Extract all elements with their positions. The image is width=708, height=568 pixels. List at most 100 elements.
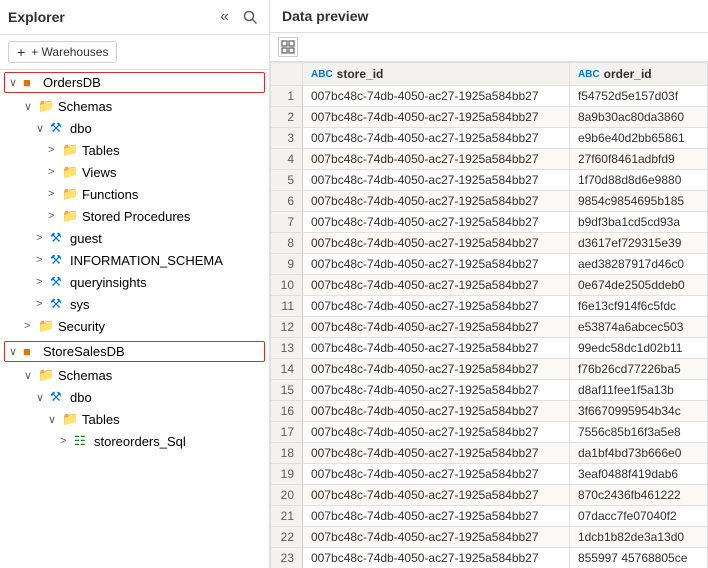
store-id-cell: 007bc48c-74db-4050-ac27-1925a584bb27 — [303, 380, 570, 401]
data-preview-table-wrapper[interactable]: ABC store_id ABC order_id 1007b — [270, 62, 708, 568]
tree-node-queryinsights[interactable]: > ⚒ queryinsights — [0, 271, 269, 293]
table-icon-storeorders: ☷ — [74, 433, 92, 449]
row-number-cell: 5 — [271, 170, 303, 191]
chevron-storesales-dbo: ∨ — [36, 391, 50, 404]
chevron-storeorders: > — [60, 435, 74, 447]
tree-node-ordersdb[interactable]: ∨ ■ OrdersDB — [4, 72, 265, 93]
tree-node-sys[interactable]: > ⚒ sys — [0, 293, 269, 315]
tree-node-dbo[interactable]: ∨ ⚒ dbo — [0, 117, 269, 139]
tree-node-security[interactable]: > 📁 Security — [0, 315, 269, 337]
row-number-cell: 7 — [271, 212, 303, 233]
tree-node-storedproc[interactable]: > 📁 Stored Procedures — [0, 205, 269, 227]
row-number-cell: 12 — [271, 317, 303, 338]
col-header-store-id[interactable]: ABC store_id — [303, 63, 570, 86]
chevron-sys: > — [36, 298, 50, 310]
folder-icon-storesales-tables: 📁 — [62, 411, 80, 427]
chevron-storedproc: > — [48, 210, 62, 222]
order-id-cell: 99edc58dc1d02b11 — [569, 338, 707, 359]
tree-node-storeorders[interactable]: > ☷ storeorders_Sql — [0, 430, 269, 452]
sidebar-header: Explorer « — [0, 0, 269, 35]
search-button[interactable] — [239, 8, 261, 26]
table-row: 4007bc48c-74db-4050-ac27-1925a584bb2727f… — [271, 149, 708, 170]
schema-icon-storesales-dbo: ⚒ — [50, 389, 68, 405]
store-id-cell: 007bc48c-74db-4050-ac27-1925a584bb27 — [303, 548, 570, 568]
folder-icon-storesales-schemas: 📁 — [38, 367, 56, 383]
chevron-schemas: ∨ — [24, 100, 38, 113]
tree-label-ordersdb: OrdersDB — [43, 75, 101, 90]
tree-node-storesales-tables[interactable]: ∨ 📁 Tables — [0, 408, 269, 430]
tree-label-storesalesdb: StoreSalesDB — [43, 344, 125, 359]
store-id-cell: 007bc48c-74db-4050-ac27-1925a584bb27 — [303, 107, 570, 128]
row-number-cell: 10 — [271, 275, 303, 296]
data-preview-title: Data preview — [282, 8, 368, 24]
tree-node-functions[interactable]: > 📁 Functions — [0, 183, 269, 205]
store-id-cell: 007bc48c-74db-4050-ac27-1925a584bb27 — [303, 401, 570, 422]
row-number-cell: 21 — [271, 506, 303, 527]
table-row: 6007bc48c-74db-4050-ac27-1925a584bb27985… — [271, 191, 708, 212]
table-row: 23007bc48c-74db-4050-ac27-1925a584bb2785… — [271, 548, 708, 568]
col-type-store-id: ABC — [311, 69, 333, 80]
row-number-cell: 14 — [271, 359, 303, 380]
table-header-row: ABC store_id ABC order_id — [271, 63, 708, 86]
tree-node-storesales-dbo[interactable]: ∨ ⚒ dbo — [0, 386, 269, 408]
chevron-security: > — [24, 320, 38, 332]
table-row: 13007bc48c-74db-4050-ac27-1925a584bb2799… — [271, 338, 708, 359]
table-row: 11007bc48c-74db-4050-ac27-1925a584bb27f6… — [271, 296, 708, 317]
row-number-cell: 13 — [271, 338, 303, 359]
tree-label-storesales-schemas: Schemas — [58, 368, 112, 383]
store-id-cell: 007bc48c-74db-4050-ac27-1925a584bb27 — [303, 422, 570, 443]
order-id-cell: 9854c9854695b185 — [569, 191, 707, 212]
chevron-dbo: ∨ — [36, 122, 50, 135]
row-number-cell: 15 — [271, 380, 303, 401]
store-id-cell: 007bc48c-74db-4050-ac27-1925a584bb27 — [303, 464, 570, 485]
store-id-cell: 007bc48c-74db-4050-ac27-1925a584bb27 — [303, 317, 570, 338]
tree-label-views: Views — [82, 165, 116, 180]
table-row: 1007bc48c-74db-4050-ac27-1925a584bb27f54… — [271, 86, 708, 107]
tree-label-storeorders: storeorders_Sql — [94, 434, 186, 449]
table-row: 3007bc48c-74db-4050-ac27-1925a584bb27e9b… — [271, 128, 708, 149]
tree-node-tables[interactable]: > 📁 Tables — [0, 139, 269, 161]
row-number-cell: 6 — [271, 191, 303, 212]
row-number-header — [271, 63, 303, 86]
collapse-sidebar-button[interactable]: « — [216, 6, 233, 28]
add-warehouses-button[interactable]: + + Warehouses — [8, 41, 117, 63]
tree-label-schemas: Schemas — [58, 99, 112, 114]
store-id-cell: 007bc48c-74db-4050-ac27-1925a584bb27 — [303, 443, 570, 464]
order-id-cell: 8a9b30ac80da3860 — [569, 107, 707, 128]
schema-icon-queryinsights: ⚒ — [50, 274, 68, 290]
order-id-cell: 0e674de2505ddeb0 — [569, 275, 707, 296]
row-number-cell: 9 — [271, 254, 303, 275]
tree-label-dbo: dbo — [70, 121, 92, 136]
col-label-order-id: order_id — [604, 67, 652, 81]
tree-node-storesales-schemas[interactable]: ∨ 📁 Schemas — [0, 364, 269, 386]
tree-label-security: Security — [58, 319, 105, 334]
data-preview-table: ABC store_id ABC order_id 1007b — [270, 62, 708, 568]
table-row: 21007bc48c-74db-4050-ac27-1925a584bb2707… — [271, 506, 708, 527]
data-preview-toolbar — [270, 33, 708, 62]
col-type-order-id: ABC — [578, 69, 600, 80]
store-id-cell: 007bc48c-74db-4050-ac27-1925a584bb27 — [303, 338, 570, 359]
tree-node-views[interactable]: > 📁 Views — [0, 161, 269, 183]
order-id-cell: e9b6e40d2bb65861 — [569, 128, 707, 149]
folder-icon-functions: 📁 — [62, 186, 80, 202]
tree-node-guest[interactable]: > ⚒ guest — [0, 227, 269, 249]
order-id-cell: 870c2436fb461222 — [569, 485, 707, 506]
chevron-queryinsights: > — [36, 276, 50, 288]
row-number-cell: 1 — [271, 86, 303, 107]
tree-node-ordersdb-schemas[interactable]: ∨ 📁 Schemas — [0, 95, 269, 117]
order-id-cell: 855997 45768805ce — [569, 548, 707, 568]
order-id-cell: 1dcb1b82de3a13d0 — [569, 527, 707, 548]
store-id-cell: 007bc48c-74db-4050-ac27-1925a584bb27 — [303, 191, 570, 212]
grid-view-button[interactable] — [278, 37, 298, 57]
schema-icon-sys: ⚒ — [50, 296, 68, 312]
sidebar-title: Explorer — [8, 9, 65, 25]
col-header-order-id[interactable]: ABC order_id — [569, 63, 707, 86]
store-id-cell: 007bc48c-74db-4050-ac27-1925a584bb27 — [303, 254, 570, 275]
table-row: 22007bc48c-74db-4050-ac27-1925a584bb271d… — [271, 527, 708, 548]
table-row: 15007bc48c-74db-4050-ac27-1925a584bb27d8… — [271, 380, 708, 401]
tree-node-information-schema[interactable]: > ⚒ INFORMATION_SCHEMA — [0, 249, 269, 271]
plus-icon: + — [17, 45, 25, 59]
row-number-cell: 23 — [271, 548, 303, 568]
store-id-cell: 007bc48c-74db-4050-ac27-1925a584bb27 — [303, 86, 570, 107]
tree-node-storesalesdb[interactable]: ∨ ■ StoreSalesDB — [4, 341, 265, 362]
